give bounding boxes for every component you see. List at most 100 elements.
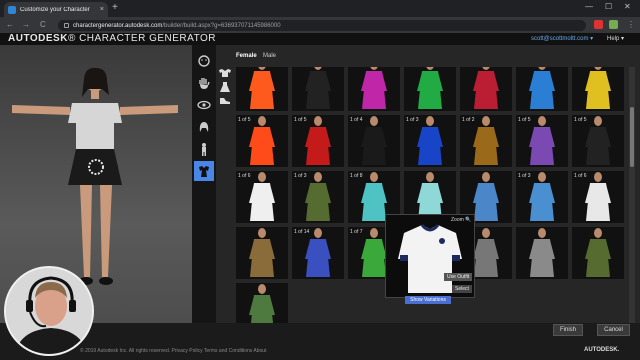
new-tab-button[interactable]: + (112, 3, 118, 13)
category-outfit[interactable] (194, 161, 214, 181)
url-text: charactergenerator.autodesk.com/builder/… (73, 23, 281, 29)
reload-button[interactable]: C (40, 20, 46, 30)
outfit-variation-count: 1 of 5 (294, 117, 307, 123)
outfit-thumbnail[interactable]: 1 of 5 (460, 67, 512, 111)
outfit-thumbnail[interactable]: 1 of 5 (292, 115, 344, 167)
outfit-icon (199, 166, 209, 177)
outfit-figure-head (314, 228, 322, 238)
outfit-figure-head (258, 284, 266, 294)
outfit-variation-count: 1 of 6 (574, 173, 587, 179)
outfit-figure-head (314, 67, 322, 70)
forward-button[interactable]: → (22, 20, 30, 30)
outfit-figure-head (538, 67, 546, 70)
presenter-image (6, 268, 92, 354)
outfit-variation-count: 1 of 5 (238, 117, 251, 123)
shield-extension-icon[interactable] (594, 20, 603, 29)
help-menu[interactable]: Help ▾ (607, 35, 624, 42)
outfit-thumbnail[interactable]: 1 of 5 (572, 115, 624, 167)
outfit-figure (417, 67, 443, 109)
presenter-webcam (4, 266, 94, 356)
outfit-thumbnail[interactable]: 1 of 5 (516, 115, 568, 167)
hair-icon (199, 122, 209, 132)
outfit-figure-head (314, 116, 322, 126)
outfit-variation-count: 1 of 6 (238, 173, 251, 179)
minimize-button[interactable]: — (585, 2, 593, 11)
maximize-button[interactable]: ☐ (605, 2, 612, 11)
shirt-icon[interactable] (218, 68, 232, 78)
scrollbar-thumb[interactable] (630, 107, 634, 167)
outfit-figure-head (258, 172, 266, 182)
outfit-figure-head (370, 228, 378, 238)
outfit-figure-head (482, 172, 490, 182)
category-hair[interactable] (194, 117, 214, 137)
outfit-thumbnail[interactable]: 1 of 6 (572, 67, 624, 111)
user-account-link[interactable]: scott@scottmoltt.com ▾ (531, 35, 593, 42)
outfit-thumbnail[interactable] (516, 227, 568, 279)
outfit-figure (529, 67, 555, 109)
profile-avatar-icon[interactable] (609, 20, 618, 29)
outfit-figure (249, 228, 275, 277)
menu-dots-icon[interactable]: ⋮ (627, 20, 635, 30)
outfit-variation-count: 1 of 7 (350, 229, 363, 235)
url-path: /builder/build.aspx?g=636937071145986000 (162, 22, 281, 29)
outfit-variation-count: 1 of 14 (294, 229, 310, 235)
eye-icon (197, 100, 211, 110)
outfit-thumbnail[interactable]: 1 of 4 (348, 115, 400, 167)
outfit-figure-head (594, 67, 602, 70)
outfit-zoom-popup: Zoom 🔍 Use Outfit Select (385, 214, 475, 298)
footer-links[interactable]: © 2019 Autodesk Inc. All rights reserved… (80, 348, 266, 354)
category-eyes[interactable] (194, 95, 214, 115)
outfit-figure-head (538, 116, 546, 126)
finish-button[interactable]: Finish (553, 324, 583, 336)
outfit-thumbnail[interactable]: 1 of 5 (292, 67, 344, 111)
outfit-thumbnail[interactable]: 1 of 3 (404, 115, 456, 167)
outfit-figure (305, 67, 331, 109)
outfit-thumbnail[interactable]: 1 of 3 (292, 171, 344, 223)
outfit-figure-head (482, 228, 490, 238)
outfit-figure-head (594, 116, 602, 126)
outfit-figure-head (370, 172, 378, 182)
outfit-figure-head (482, 116, 490, 126)
browser-tab[interactable]: Customize your Character × (4, 2, 108, 17)
show-variations-button[interactable]: Show Variations (405, 296, 451, 304)
url-field[interactable]: charactergenerator.autodesk.com/builder/… (58, 20, 586, 31)
outfit-thumbnail[interactable]: 1 of 2 (460, 115, 512, 167)
shoe-icon[interactable] (219, 95, 231, 105)
zoom-label[interactable]: Zoom 🔍 (451, 217, 471, 223)
category-hands[interactable] (194, 73, 214, 93)
outfit-thumbnail[interactable]: 1 of 6 (236, 171, 288, 223)
close-window-button[interactable]: ✕ (624, 2, 631, 11)
outfit-thumbnail[interactable] (572, 227, 624, 279)
cancel-button[interactable]: Cancel (597, 324, 630, 336)
body-icon (202, 143, 206, 156)
outfit-thumbnail[interactable] (236, 227, 288, 279)
tab-female[interactable]: Female (236, 53, 257, 59)
url-host: charactergenerator.autodesk.com (73, 22, 163, 29)
outfit-scrollbar[interactable] (629, 67, 635, 335)
use-outfit-button[interactable]: Use Outfit (444, 273, 473, 281)
outfit-thumbnail[interactable]: 1 of 5 (236, 115, 288, 167)
hand-icon (199, 78, 210, 89)
category-body[interactable] (194, 139, 214, 159)
outfit-variation-count: 1 of 4 (350, 117, 363, 123)
outfit-thumbnail[interactable]: 1 of 14 (292, 227, 344, 279)
select-button[interactable]: Select (452, 285, 472, 293)
outfit-variation-count: 1 of 8 (350, 173, 363, 179)
category-head[interactable] (194, 51, 214, 71)
outfit-thumbnail[interactable]: 1 of 5 (516, 67, 568, 111)
outfit-variation-count: 1 of 2 (462, 117, 475, 123)
outfit-figure-head (538, 172, 546, 182)
outfit-thumbnail[interactable]: 1 of 5 (404, 67, 456, 111)
app-brand: AUTODESK® CHARACTER GENERATOR (8, 33, 216, 45)
outfit-thumbnail[interactable]: 1 of 6 (572, 171, 624, 223)
outfit-thumbnail[interactable]: 1 of 5 (236, 67, 288, 111)
tab-close-icon[interactable]: × (100, 6, 104, 13)
address-bar: ← → C charactergenerator.autodesk.com/bu… (0, 17, 640, 33)
outfit-thumbnail[interactable]: 1 of 3 (516, 171, 568, 223)
dress-icon[interactable] (219, 81, 231, 93)
outfit-thumbnail[interactable]: 1 of 5 (348, 67, 400, 111)
category-sidebar (192, 45, 216, 345)
outfit-figure (249, 67, 275, 109)
back-button[interactable]: ← (6, 20, 14, 30)
tab-male[interactable]: Male (263, 53, 276, 59)
